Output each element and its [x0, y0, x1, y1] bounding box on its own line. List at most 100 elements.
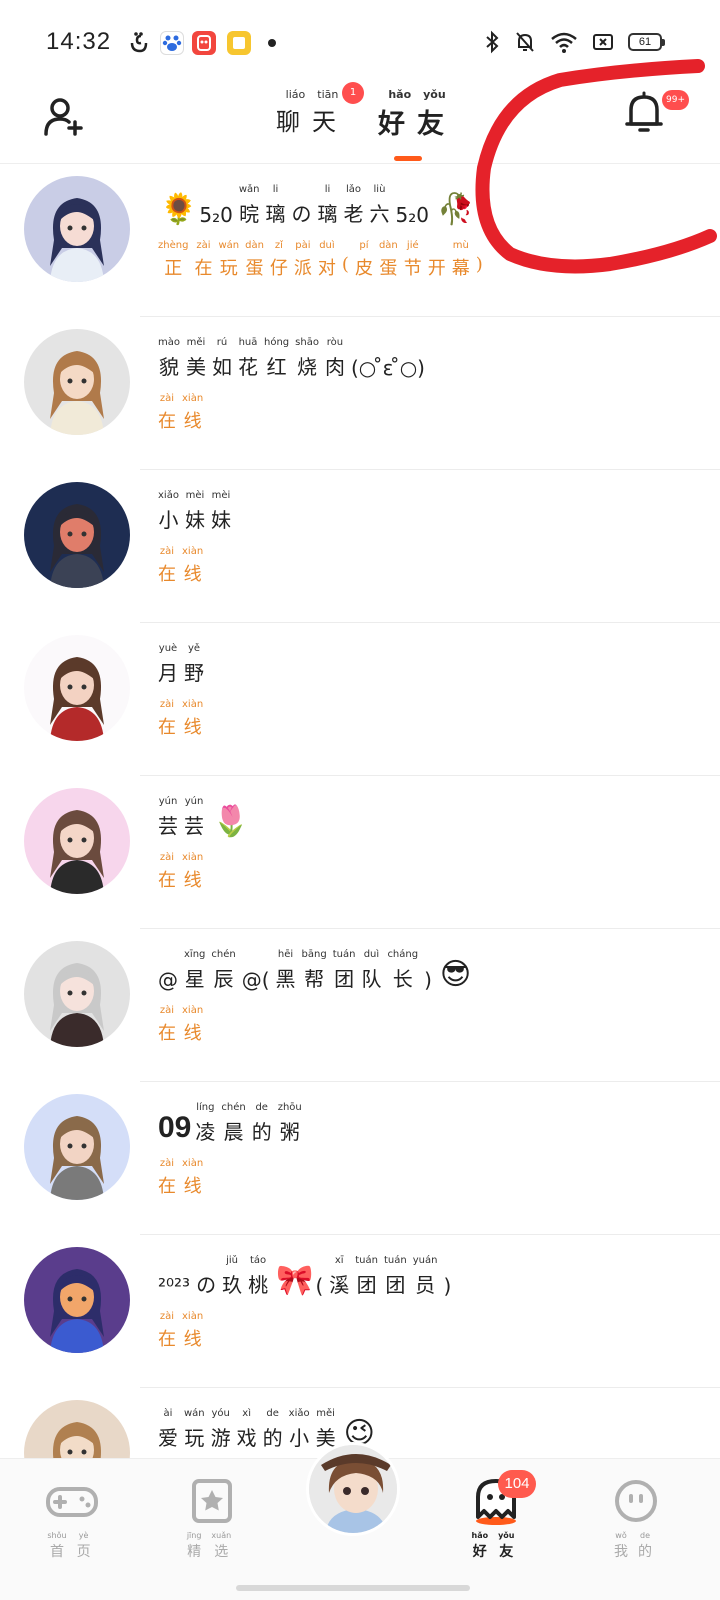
status-pinyin: zài	[159, 699, 175, 710]
friend-row[interactable]: yún 芸 yún 芸 🌷 zài 在 xiàn 线	[0, 776, 720, 929]
status-pinyin: dàn	[378, 240, 398, 251]
name-hanzi: 肉	[324, 355, 345, 379]
friend-row[interactable]: 🌻 5₂0 wǎn 晥 li 璃の li 璃 lǎo 老 liù 六 5₂0 🥀 zhèng 正 zài 在 wán…	[0, 164, 720, 317]
name-emoji: 😎	[439, 957, 472, 992]
status-hanzi: 在	[158, 1329, 176, 1350]
friend-name: yuè 月 yě 野	[158, 643, 210, 686]
name-hanzi: 的	[251, 1120, 272, 1144]
name-number: 09	[158, 1111, 192, 1144]
status-hanzi: 线	[183, 1023, 202, 1044]
name-pinyin: tuán	[355, 1255, 378, 1266]
status-pinyin: zhèng	[158, 240, 189, 251]
name-char: xì 戏	[237, 1408, 257, 1451]
name-hanzi: の	[291, 202, 312, 226]
name-char: ài 爱	[158, 1408, 178, 1451]
friend-avatar[interactable]	[24, 176, 130, 282]
status-char: mù 幕	[452, 240, 470, 280]
friend-avatar[interactable]	[24, 1247, 130, 1353]
name-pinyin: yě	[187, 643, 201, 654]
name-pinyin: huā	[238, 337, 258, 348]
name-pinyin: xiǎo	[158, 490, 179, 501]
name-hanzi: 辰	[213, 967, 234, 991]
status-pinyin: xiàn	[182, 1311, 204, 1322]
online-status: zài 在 xiàn 线	[158, 546, 209, 586]
friend-row[interactable]: 09 líng 凌 chén 晨 de 的 zhōu 粥 zài 在 xiàn 线	[0, 1082, 720, 1235]
name-pinyin: yún	[158, 796, 178, 807]
tab-friends[interactable]: hǎo yǒu 好友	[378, 88, 456, 141]
status-hanzi: (	[341, 254, 349, 275]
name-hanzi: 晨	[223, 1120, 244, 1144]
name-char: wán 玩	[184, 1408, 205, 1451]
name-hanzi: 黑	[275, 967, 296, 991]
name-char: xiǎo 小	[289, 1408, 310, 1451]
name-char: mèi 妹	[185, 490, 205, 533]
friend-row[interactable]: ²⁰²³ の jiǔ 玖 táo 桃 🎀(xī 溪 tuán 团 tuán 团 yuán 员) zài 在 xi…	[0, 1235, 720, 1388]
name-char: zhōu 粥	[278, 1102, 302, 1145]
center-character-avatar[interactable]	[306, 1442, 400, 1536]
nav-featured-pinyin-1: jīng	[186, 1531, 202, 1540]
friend-row[interactable]: yuè 月 yě 野 zài 在 xiàn 线	[0, 623, 720, 776]
friend-row[interactable]: mào 貌 měi 美 rú 如 huā 花 hóng 红 shāo 烧 ròu 肉 (○ ̊ε ̊○) zà…	[0, 317, 720, 470]
friends-nav-badge: 104	[498, 1470, 536, 1498]
system-icons: 61	[484, 30, 665, 54]
name-hanzi: 员	[415, 1273, 436, 1297]
friend-avatar[interactable]	[24, 941, 130, 1047]
name-pinyin: ròu	[326, 337, 344, 348]
top-header: liáo tiān 聊天 1 hǎo yǒu 好友 99+	[0, 82, 720, 164]
status-hanzi: 线	[183, 717, 202, 738]
name-pinyin: wǎn	[238, 184, 260, 195]
name-hanzi: 团	[385, 1273, 406, 1297]
add-friend-icon[interactable]	[42, 94, 86, 138]
name-hanzi: 芸	[158, 814, 178, 838]
friend-avatar[interactable]	[24, 1094, 130, 1200]
status-char: xiàn 线	[182, 699, 203, 739]
friend-avatar[interactable]	[24, 329, 130, 435]
status-hanzi: 幕	[451, 258, 470, 279]
friend-row[interactable]: @ xīng 星 chén 辰 @(hēi 黑 bāng 帮 tuán 团 duì 队 cháng 长) 😎 z…	[0, 929, 720, 1082]
gesture-home-bar[interactable]	[236, 1585, 470, 1591]
online-status: zài 在 xiàn 线	[158, 1158, 209, 1198]
app-red-icon	[192, 31, 216, 55]
friend-avatar[interactable]	[24, 788, 130, 894]
name-char: bāng 帮	[302, 949, 327, 992]
name-symbol: 5₂0	[395, 189, 428, 227]
name-pinyin: de	[266, 1408, 279, 1419]
name-hanzi: 野	[184, 661, 204, 685]
name-pinyin: xì	[242, 1408, 251, 1419]
friend-row[interactable]: xiǎo 小 mèi 妹 mèi 妹 zài 在 xiàn 线	[0, 470, 720, 623]
name-symbol: ²⁰²³	[158, 1260, 190, 1298]
name-pinyin: měi	[316, 1408, 335, 1419]
status-pinyin: wán	[218, 240, 240, 251]
name-char: de 的	[252, 1102, 272, 1145]
status-char: xiàn 线	[182, 852, 203, 892]
online-status: zài 在 xiàn 线	[158, 852, 209, 892]
status-hanzi: 线	[183, 411, 202, 432]
name-pinyin: liù	[373, 184, 386, 195]
name-hanzi: 凌	[195, 1120, 216, 1144]
tab-chat[interactable]: liáo tiān 聊天 1	[276, 82, 364, 141]
name-pinyin: jiǔ	[226, 1255, 239, 1266]
online-status: zài 在 xiàn 线	[158, 699, 209, 739]
name-char: li 璃	[317, 184, 337, 227]
name-pinyin: cháng	[387, 949, 419, 960]
friend-avatar[interactable]	[24, 635, 130, 741]
name-char: wǎn 晥	[239, 184, 260, 227]
tab-friends-pinyin-2: yǒu	[423, 88, 446, 101]
friend-name: yún 芸 yún 芸 🌷	[158, 796, 251, 839]
nav-friends-pinyin-1: hǎo	[471, 1531, 489, 1540]
status-char: 开	[428, 240, 446, 280]
nav-friends-char-2: 友	[499, 1544, 514, 1560]
nav-home[interactable]: shǒu 首 yè 页	[32, 1477, 112, 1561]
status-char: xiàn 线	[182, 1311, 203, 1351]
gamepad-icon	[46, 1487, 98, 1517]
name-hanzi: 游	[210, 1426, 231, 1450]
bell-icon[interactable]	[622, 90, 666, 136]
name-pinyin: shāo	[295, 337, 319, 348]
nav-featured[interactable]: jīng 精 xuǎn 选	[172, 1477, 252, 1561]
name-char: hēi 黑	[276, 949, 296, 992]
friend-avatar[interactable]	[24, 482, 130, 588]
nav-me[interactable]: wǒ 我 de 的	[596, 1477, 676, 1561]
status-pinyin: zài	[159, 852, 175, 863]
name-pinyin: mèi	[211, 490, 231, 501]
name-char: měi 美	[316, 1408, 336, 1451]
